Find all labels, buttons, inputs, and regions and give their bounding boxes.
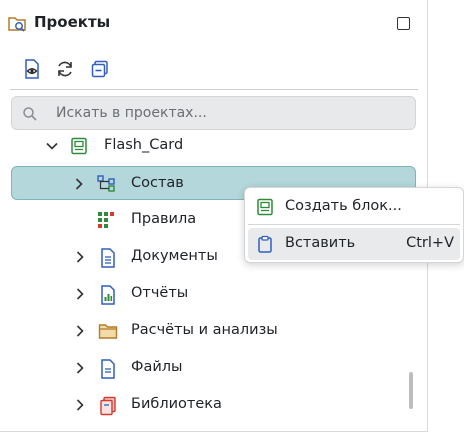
menu-item-label: Вставить: [285, 235, 356, 251]
collapse-all-icon[interactable]: [87, 56, 113, 82]
refresh-icon[interactable]: [52, 56, 78, 82]
vertical-scrollbar[interactable]: [409, 372, 413, 409]
board-icon: [70, 137, 88, 155]
tree-item-raschety[interactable]: Расчёты и анализы: [0, 314, 420, 348]
reports-icon: [99, 285, 117, 305]
tree-item-label: Отчёты: [131, 285, 189, 301]
tree-item-label: Состав: [131, 175, 184, 191]
menu-separator: [248, 224, 460, 225]
menu-item-paste[interactable]: Вставить Ctrl+V: [248, 228, 460, 260]
tree-item-faily[interactable]: Файлы: [0, 351, 420, 385]
rules-icon: [97, 211, 115, 229]
chevron-right-icon[interactable]: [72, 397, 88, 413]
chevron-right-icon[interactable]: [72, 249, 88, 265]
menu-item-create-block[interactable]: Создать блок...: [248, 191, 460, 223]
file-icon: [99, 359, 117, 379]
menu-item-label: Создать блок...: [285, 198, 402, 214]
projects-folder-icon: [7, 14, 27, 34]
search-icon: [22, 106, 38, 122]
search-input[interactable]: Искать в проектах...: [11, 96, 416, 130]
chevron-right-icon[interactable]: [72, 323, 88, 339]
tree-item-label: Файлы: [131, 359, 183, 375]
tree-item-label: Библиотека: [131, 396, 222, 412]
create-block-icon: [256, 198, 274, 216]
tree-item-otchety[interactable]: Отчёты: [0, 277, 420, 311]
tree-item-label: Расчёты и анализы: [131, 322, 278, 338]
folder-icon: [98, 322, 118, 340]
structure-icon: [97, 175, 115, 193]
tree-item-biblioteka[interactable]: Библиотека: [0, 388, 420, 422]
panel-header: Проекты: [0, 0, 428, 46]
paste-icon: [256, 235, 274, 253]
chevron-right-icon[interactable]: [72, 286, 88, 302]
documents-icon: [99, 248, 117, 268]
tree-item-label: Документы: [131, 248, 218, 264]
library-icon: [98, 396, 116, 416]
show-file-icon[interactable]: [19, 56, 45, 82]
chevron-right-icon[interactable]: [71, 176, 87, 192]
panel-title: Проекты: [34, 13, 111, 31]
tree-item-label: Flash_Card: [104, 137, 184, 153]
chevron-down-icon[interactable]: [44, 138, 60, 154]
chevron-right-icon[interactable]: [72, 360, 88, 376]
toolbar-divider: [10, 89, 418, 90]
menu-item-shortcut: Ctrl+V: [406, 235, 454, 251]
maximize-icon[interactable]: [397, 17, 410, 30]
search-placeholder: Искать в проектах...: [56, 105, 207, 121]
tree-item-label: Правила: [131, 211, 197, 227]
tree-root-flash-card[interactable]: Flash_Card: [0, 129, 420, 163]
context-menu: Создать блок... Вставить Ctrl+V: [244, 187, 464, 263]
panel-toolbar: [0, 56, 428, 84]
